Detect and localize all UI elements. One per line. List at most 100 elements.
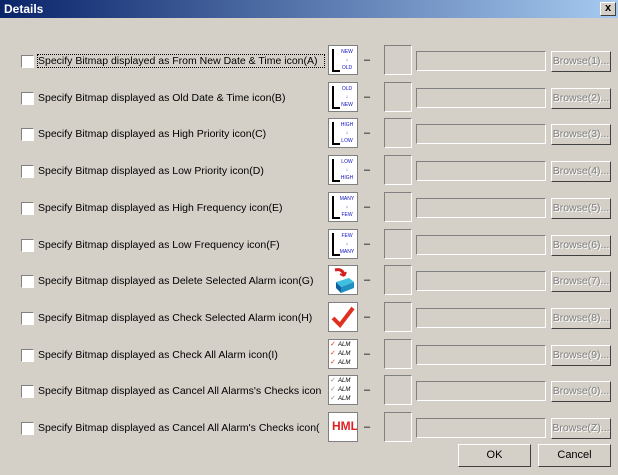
bitmap-option-row: Specify Bitmap displayed as Low Priority… [0, 154, 618, 188]
bitmap-path-field[interactable] [416, 51, 546, 71]
icon-caption: ↓ [345, 241, 349, 247]
browse-button[interactable]: Browse(9)... [551, 345, 611, 366]
dash-separator: – [364, 127, 371, 139]
bitmap-option-row: Specify Bitmap displayed as Cancel All A… [0, 374, 618, 408]
specify-bitmap-label[interactable]: Specify Bitmap displayed as Low Priority… [38, 165, 324, 177]
bitmap-path-field[interactable] [416, 161, 546, 181]
specify-bitmap-label[interactable]: Specify Bitmap displayed as High Frequen… [38, 202, 324, 214]
many-few-icon: MANY ↓ FEW [328, 192, 358, 222]
specify-bitmap-label[interactable]: Specify Bitmap displayed as High Priorit… [38, 128, 324, 140]
close-button[interactable]: x [600, 2, 616, 16]
icon-caption: NEW [341, 102, 353, 108]
specify-bitmap-checkbox[interactable] [21, 349, 34, 362]
alarm-line: ✓ ALM [330, 350, 351, 357]
selected-bitmap-preview [384, 229, 412, 259]
selected-bitmap-preview [384, 192, 412, 222]
icon-caption: LOW [341, 159, 353, 165]
dash-separator: – [364, 201, 371, 213]
specify-bitmap-label[interactable]: Specify Bitmap displayed as Old Date & T… [38, 92, 324, 104]
browse-button[interactable]: Browse(Z)... [551, 418, 611, 439]
bitmap-path-field[interactable] [416, 381, 546, 401]
alarm-line: ✓ ALM [330, 377, 351, 384]
dash-separator: – [364, 91, 371, 103]
bitmap-path-field[interactable] [416, 124, 546, 144]
specify-bitmap-checkbox[interactable] [21, 312, 34, 325]
bitmap-option-row: Specify Bitmap displayed as Check Select… [0, 301, 618, 335]
browse-button[interactable]: Browse(8)... [551, 308, 611, 329]
bitmap-path-field[interactable] [416, 418, 546, 438]
icon-caption: MANY [339, 249, 355, 255]
bitmap-path-field[interactable] [416, 308, 546, 328]
icon-caption: ↓ [345, 167, 349, 173]
details-dialog: Details x Specify Bitmap displayed as Fr… [0, 0, 618, 475]
selected-bitmap-preview [384, 375, 412, 405]
cancel-button[interactable]: Cancel [538, 444, 611, 467]
specify-bitmap-label[interactable]: Specify Bitmap displayed as Check All Al… [38, 349, 324, 361]
ok-button[interactable]: OK [458, 444, 531, 467]
bitmap-option-row: Specify Bitmap displayed as Low Frequenc… [0, 228, 618, 262]
icon-caption: HIGH [340, 122, 354, 128]
specify-bitmap-checkbox[interactable] [21, 92, 34, 105]
bitmap-path-field[interactable] [416, 345, 546, 365]
icon-caption: LOW [341, 138, 353, 144]
icon-caption: HIGH [340, 175, 354, 181]
specify-bitmap-label[interactable]: Specify Bitmap displayed as Low Frequenc… [38, 239, 324, 251]
specify-bitmap-checkbox[interactable] [21, 422, 34, 435]
browse-button[interactable]: Browse(2)... [551, 88, 611, 109]
alarm-line: ✓ ALM [330, 359, 351, 366]
specify-bitmap-checkbox[interactable] [21, 55, 34, 68]
icon-caption: ↓ [345, 130, 349, 136]
alarm-caption: ALM [338, 351, 351, 357]
old-new-date-icon: OLD ↓ NEW [328, 82, 358, 112]
bitmap-path-field[interactable] [416, 271, 546, 291]
alarm-line: ✓ ALM [330, 341, 351, 348]
icon-caption: FEW [341, 212, 353, 218]
bitmap-path-field[interactable] [416, 198, 546, 218]
browse-button[interactable]: Browse(7)... [551, 271, 611, 292]
browse-button[interactable]: Browse(0)... [551, 381, 611, 402]
dash-separator: – [364, 274, 371, 286]
specify-bitmap-checkbox[interactable] [21, 385, 34, 398]
selected-bitmap-preview [384, 339, 412, 369]
bitmap-option-row: Specify Bitmap displayed as Check All Al… [0, 338, 618, 372]
bitmap-option-row: Specify Bitmap displayed as From New Dat… [0, 44, 618, 78]
selected-bitmap-preview [384, 155, 412, 185]
alarm-line: ✓ ALM [330, 386, 351, 393]
title-bar[interactable]: Details x [0, 0, 618, 18]
specify-bitmap-checkbox[interactable] [21, 128, 34, 141]
selected-bitmap-preview [384, 265, 412, 295]
dash-separator: – [364, 164, 371, 176]
bitmap-option-row: Specify Bitmap displayed as Cancel All A… [0, 411, 618, 445]
browse-button[interactable]: Browse(5)... [551, 198, 611, 219]
selected-bitmap-preview [384, 302, 412, 332]
specify-bitmap-label[interactable]: Specify Bitmap displayed as From New Dat… [37, 54, 325, 68]
selected-bitmap-preview [384, 412, 412, 442]
specify-bitmap-checkbox[interactable] [21, 239, 34, 252]
dash-separator: – [364, 54, 371, 66]
selected-bitmap-preview [384, 45, 412, 75]
dash-separator: – [364, 238, 371, 250]
specify-bitmap-checkbox[interactable] [21, 275, 34, 288]
new-old-date-icon: NEW ↓ OLD [328, 45, 358, 75]
browse-button[interactable]: Browse(1)... [551, 51, 611, 72]
dialog-title: Details [4, 2, 44, 16]
bitmap-path-field[interactable] [416, 88, 546, 108]
few-many-icon: FEW ↓ MANY [328, 229, 358, 259]
specify-bitmap-label[interactable]: Specify Bitmap displayed as Cancel All A… [38, 385, 324, 397]
icon-caption: OLD [341, 86, 353, 92]
specify-bitmap-checkbox[interactable] [21, 202, 34, 215]
bitmap-path-field[interactable] [416, 235, 546, 255]
browse-button[interactable]: Browse(6)... [551, 235, 611, 256]
specify-bitmap-label[interactable]: Specify Bitmap displayed as Check Select… [38, 312, 324, 324]
selected-bitmap-preview [384, 82, 412, 112]
alarm-caption: ALM [338, 387, 351, 393]
specify-bitmap-label[interactable]: Specify Bitmap displayed as Delete Selec… [38, 275, 324, 287]
specify-bitmap-checkbox[interactable] [21, 165, 34, 178]
icon-caption: ↓ [345, 94, 349, 100]
bitmap-option-row: Specify Bitmap displayed as Old Date & T… [0, 81, 618, 115]
dash-separator: – [364, 348, 371, 360]
browse-button[interactable]: Browse(3)... [551, 124, 611, 145]
browse-button[interactable]: Browse(4)... [551, 161, 611, 182]
specify-bitmap-label[interactable]: Specify Bitmap displayed as Cancel All A… [38, 422, 324, 434]
bitmap-option-row: Specify Bitmap displayed as Delete Selec… [0, 264, 618, 298]
